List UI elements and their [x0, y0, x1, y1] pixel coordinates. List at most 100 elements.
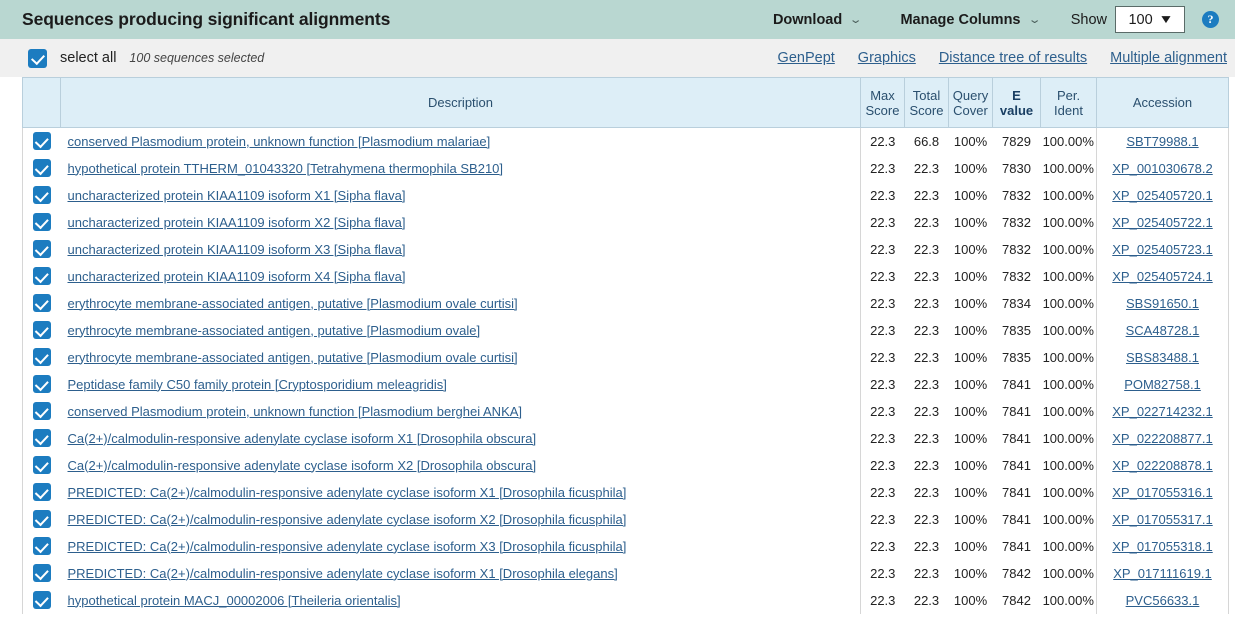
description-link[interactable]: hypothetical protein MACJ_00002006 [Thei…	[68, 593, 401, 608]
accession-link[interactable]: SBS91650.1	[1126, 296, 1199, 311]
accession-cell: XP_017111619.1	[1096, 559, 1229, 587]
accession-link[interactable]: XP_025405722.1	[1112, 215, 1212, 230]
accession-link[interactable]: XP_022714232.1	[1112, 404, 1212, 419]
description-link[interactable]: erythrocyte membrane-associated antigen,…	[68, 323, 481, 338]
per-ident-cell: 100.00%	[1042, 268, 1094, 284]
description-link[interactable]: uncharacterized protein KIAA1109 isoform…	[68, 269, 406, 284]
description-link[interactable]: PREDICTED: Ca(2+)/calmodulin-responsive …	[68, 485, 627, 500]
accession-link[interactable]: XP_025405720.1	[1112, 188, 1212, 203]
description-link[interactable]: Peptidase family C50 family protein [Cry…	[68, 377, 447, 392]
row-checkbox[interactable]	[32, 186, 51, 204]
download-label: Download	[772, 11, 843, 28]
accession-link[interactable]: XP_025405723.1	[1112, 242, 1212, 257]
row-checkbox-cell	[22, 532, 61, 560]
row-checkbox-cell	[22, 505, 61, 533]
accession-cell: XP_025405723.1	[1096, 235, 1229, 263]
query-cover-cell: 100%	[953, 403, 988, 419]
row-checkbox-cell	[22, 478, 61, 506]
row-checkbox[interactable]	[32, 348, 51, 366]
description-link[interactable]: erythrocyte membrane-associated antigen,…	[68, 296, 518, 311]
description-link[interactable]: PREDICTED: Ca(2+)/calmodulin-responsive …	[68, 539, 627, 554]
description-link[interactable]: PREDICTED: Ca(2+)/calmodulin-responsive …	[68, 512, 627, 527]
row-checkbox[interactable]	[32, 240, 51, 258]
accession-link[interactable]: XP_017055317.1	[1112, 512, 1212, 527]
total-score-cell: 22.3	[913, 376, 940, 392]
e-value-cell: 7835	[1002, 349, 1031, 365]
description-link[interactable]: Ca(2+)/calmodulin-responsive adenylate c…	[68, 431, 537, 446]
row-checkbox-cell	[22, 235, 61, 263]
show-count-select[interactable]: 100 ▼	[1115, 6, 1185, 33]
per-ident-cell: 100.00%	[1042, 403, 1094, 419]
table-row: PREDICTED: Ca(2+)/calmodulin-responsive …	[22, 505, 1229, 533]
accession-link[interactable]: POM82758.1	[1124, 377, 1201, 392]
row-checkbox[interactable]	[32, 510, 51, 528]
multiple-alignment-link[interactable]: Multiple alignment	[1110, 50, 1227, 66]
total-score-cell: 22.3	[913, 592, 940, 608]
description-link[interactable]: conserved Plasmodium protein, unknown fu…	[68, 404, 523, 419]
accession-cell: POM82758.1	[1096, 370, 1229, 398]
column-header-query-cover[interactable]: Query Cover	[948, 77, 993, 128]
help-icon[interactable]: ?	[1202, 11, 1219, 28]
accession-link[interactable]: XP_017055316.1	[1112, 485, 1212, 500]
row-checkbox[interactable]	[32, 483, 51, 501]
row-checkbox[interactable]	[32, 375, 51, 393]
description-link[interactable]: uncharacterized protein KIAA1109 isoform…	[68, 242, 406, 257]
table-row: erythrocyte membrane-associated antigen,…	[22, 316, 1229, 344]
description-link[interactable]: PREDICTED: Ca(2+)/calmodulin-responsive …	[68, 566, 618, 581]
description-cell: erythrocyte membrane-associated antigen,…	[60, 316, 861, 344]
row-checkbox[interactable]	[32, 429, 51, 447]
column-header-description[interactable]: Description	[60, 77, 861, 128]
row-checkbox[interactable]	[32, 213, 51, 231]
column-header-per-ident[interactable]: Per. Ident	[1040, 77, 1097, 128]
accession-link[interactable]: SCA48728.1	[1126, 323, 1200, 338]
description-link[interactable]: hypothetical protein TTHERM_01043320 [Te…	[68, 161, 504, 176]
description-link[interactable]: uncharacterized protein KIAA1109 isoform…	[68, 188, 406, 203]
accession-link[interactable]: SBS83488.1	[1126, 350, 1199, 365]
accession-cell: SBS83488.1	[1096, 343, 1229, 371]
row-checkbox[interactable]	[32, 159, 51, 177]
accession-link[interactable]: XP_017111619.1	[1113, 566, 1212, 581]
accession-link[interactable]: XP_001030678.2	[1112, 161, 1212, 176]
row-checkbox[interactable]	[32, 456, 51, 474]
e-value-cell: 7832	[1002, 214, 1031, 230]
column-header-max-score[interactable]: Max Score	[860, 77, 905, 128]
accession-link[interactable]: PVC56633.1	[1126, 593, 1200, 608]
description-link[interactable]: uncharacterized protein KIAA1109 isoform…	[68, 215, 406, 230]
accession-link[interactable]: XP_017055318.1	[1112, 539, 1212, 554]
row-checkbox[interactable]	[32, 564, 51, 582]
accession-link[interactable]: XP_022208877.1	[1112, 431, 1212, 446]
max-score-cell: 22.3	[870, 403, 896, 419]
query-cover-cell: 100%	[953, 484, 988, 500]
row-checkbox-cell	[22, 316, 61, 344]
description-link[interactable]: conserved Plasmodium protein, unknown fu…	[68, 134, 491, 149]
select-all-checkbox[interactable]	[28, 48, 47, 68]
distance-tree-link[interactable]: Distance tree of results	[939, 50, 1087, 66]
column-header-total-score[interactable]: Total Score	[904, 77, 949, 128]
column-header-accession[interactable]: Accession	[1096, 77, 1229, 128]
row-checkbox[interactable]	[32, 321, 51, 339]
row-checkbox[interactable]	[32, 294, 51, 312]
accession-link[interactable]: SBT79988.1	[1126, 134, 1198, 149]
row-checkbox[interactable]	[32, 402, 51, 420]
description-cell: conserved Plasmodium protein, unknown fu…	[60, 397, 861, 425]
description-link[interactable]: Ca(2+)/calmodulin-responsive adenylate c…	[68, 458, 537, 473]
total-score-cell: 22.3	[913, 241, 940, 257]
description-link[interactable]: erythrocyte membrane-associated antigen,…	[68, 350, 518, 365]
accession-link[interactable]: XP_025405724.1	[1112, 269, 1212, 284]
row-checkbox[interactable]	[32, 267, 51, 285]
max-score-cell: 22.3	[870, 295, 896, 311]
row-checkbox[interactable]	[32, 537, 51, 555]
row-checkbox[interactable]	[32, 132, 51, 151]
download-menu-button[interactable]: Download ⌄	[753, 12, 881, 28]
per-ident-cell: 100.00%	[1042, 538, 1094, 554]
genpept-link[interactable]: GenPept	[778, 50, 835, 66]
accession-link[interactable]: XP_022208878.1	[1112, 458, 1212, 473]
accession-cell: XP_025405724.1	[1096, 262, 1229, 290]
row-checkbox[interactable]	[32, 591, 51, 609]
manage-columns-menu-button[interactable]: Manage Columns ⌄	[880, 12, 1058, 28]
results-table-container: Description Max Score Total Score Query …	[0, 77, 1235, 614]
chevron-down-icon: ⌄	[848, 13, 863, 26]
description-cell: conserved Plasmodium protein, unknown fu…	[60, 127, 861, 155]
graphics-link[interactable]: Graphics	[858, 50, 916, 66]
column-header-e-value[interactable]: E value	[992, 77, 1041, 128]
